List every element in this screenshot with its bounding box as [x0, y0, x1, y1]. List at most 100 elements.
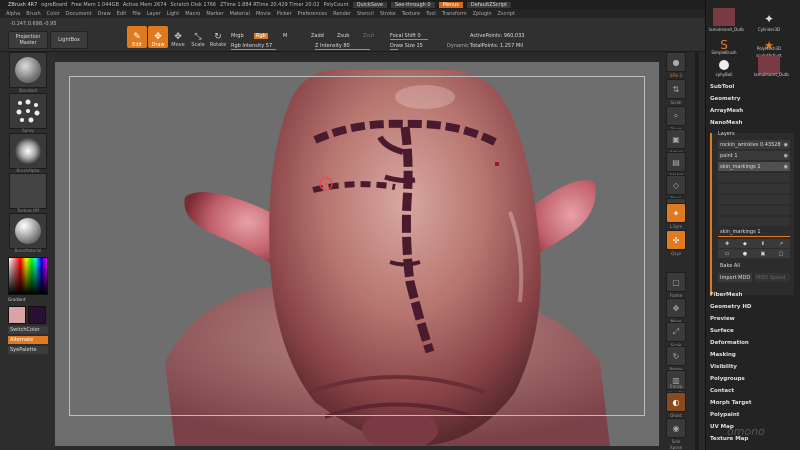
merge-icon[interactable]: ⬇	[761, 241, 765, 247]
tool-draw[interactable]: ✥ Draw	[148, 26, 168, 48]
persp-icon[interactable]: ◇	[666, 175, 686, 195]
import-mdd-button[interactable]: Import MDD	[718, 273, 752, 282]
lightbox-button[interactable]: LightBox	[50, 31, 88, 49]
texture-thumbnail[interactable]	[9, 173, 47, 209]
xyz-icon[interactable]: ✣	[666, 230, 686, 250]
active-layer-slider[interactable]: skin_markings 1	[718, 228, 790, 237]
cylinder3d-icon[interactable]: ✦	[758, 10, 780, 28]
menu-zscript[interactable]: Zscript	[498, 11, 515, 17]
menu-zplugin[interactable]: Zplugin	[473, 11, 492, 17]
menu-file[interactable]: File	[132, 11, 140, 17]
menu-render[interactable]: Render	[333, 11, 351, 17]
subtool-section[interactable]: SubTool	[710, 84, 734, 90]
bake-all-button[interactable]: Bake All	[718, 261, 790, 270]
switchcolor-button[interactable]: SwitchColor	[8, 326, 48, 334]
projection-master-button[interactable]: Projection Master	[8, 31, 48, 49]
fibermesh-section[interactable]: FiberMesh	[710, 292, 742, 298]
zsub-button[interactable]: Zsub	[337, 31, 349, 40]
contact-section[interactable]: Contact	[710, 388, 734, 394]
layer-row-3[interactable]: skin_markings 1 ◉	[718, 162, 790, 171]
menu-macro[interactable]: Macro	[185, 11, 200, 17]
quicksave-button[interactable]: QuickSave	[352, 1, 388, 8]
delete-icon[interactable]: ▣	[760, 251, 765, 257]
script-button[interactable]: DefaultZScript	[466, 1, 512, 8]
nanomesh-section[interactable]: NanoMesh	[710, 120, 742, 126]
geometry-hd-section[interactable]: Geometry HD	[710, 304, 752, 310]
local-symmetry-icon[interactable]: ✦	[666, 203, 686, 223]
material-thumbnail[interactable]	[9, 213, 47, 249]
menu-layer[interactable]: Layer	[147, 11, 161, 17]
geometry-section[interactable]: Geometry	[710, 96, 740, 102]
mdd-speed-slider[interactable]: MDD Speed	[754, 273, 790, 282]
polypaint-section[interactable]: Polypaint	[710, 412, 739, 418]
mrgb-button[interactable]: Mrgb	[231, 31, 244, 40]
polygroups-section[interactable]: Polygroups	[710, 376, 745, 382]
actual-icon[interactable]: ▣	[666, 129, 686, 149]
layer-row-empty-4[interactable]	[718, 206, 790, 215]
polymesh3d-icon[interactable]: ★	[758, 36, 780, 54]
menu-transform[interactable]: Transform	[442, 11, 467, 17]
focal-shift-slider[interactable]: Focal Shift 0	[390, 31, 465, 40]
tool-rotate[interactable]: ↻ Rotate	[208, 26, 228, 48]
split-icon[interactable]: ◆	[743, 241, 747, 247]
alternate-button[interactable]: Alternate	[8, 336, 48, 344]
viewport-canvas[interactable]	[55, 62, 659, 446]
move-view-icon[interactable]: ✥	[666, 298, 686, 318]
menu-tool[interactable]: Tool	[426, 11, 436, 17]
lock-icon[interactable]: ↗	[779, 241, 783, 247]
arraymesh-section[interactable]: ArrayMesh	[710, 108, 743, 114]
menu-picker[interactable]: Picker	[277, 11, 292, 17]
layer-row-empty-1[interactable]	[718, 173, 790, 182]
layer-row-1[interactable]: rockin_wrinkles 0.43528 ◉	[718, 140, 790, 149]
sygpalette-button[interactable]: SyePalette	[8, 346, 48, 354]
primary-color-swatch[interactable]	[8, 306, 26, 324]
rename-icon[interactable]: ▢	[779, 251, 784, 257]
brush-thumbnail[interactable]	[9, 52, 47, 88]
menu-movie[interactable]: Movie	[256, 11, 271, 17]
right-shelf-scrollbar[interactable]	[695, 52, 699, 450]
menu-alpha[interactable]: Alpha	[6, 11, 20, 17]
stroke-thumbnail[interactable]	[9, 93, 47, 129]
masking-section[interactable]: Masking	[710, 352, 736, 358]
menu-material[interactable]: Material	[230, 11, 250, 17]
zcut-button[interactable]: Zcut	[363, 31, 374, 40]
ghost-icon[interactable]: ◐	[666, 392, 686, 412]
rgb-intensity-slider[interactable]: Rgb Intensity 57	[231, 41, 311, 50]
rotate-view-icon[interactable]: ↻	[666, 346, 686, 366]
menu-stroke[interactable]: Stroke	[380, 11, 396, 17]
preview-section[interactable]: Preview	[710, 316, 735, 322]
add-layer-icon[interactable]: ✚	[725, 241, 729, 247]
eye-icon[interactable]: ◉	[784, 164, 788, 170]
m-button[interactable]: M	[283, 31, 287, 40]
scale-view-icon[interactable]: ⤢	[666, 322, 686, 342]
zoom-icon[interactable]: ⌕	[666, 106, 686, 126]
draw-size-slider[interactable]: Draw Size 15	[390, 41, 440, 50]
color-picker[interactable]	[8, 257, 48, 295]
surface-section[interactable]: Surface	[710, 328, 734, 334]
menu-brush[interactable]: Brush	[26, 11, 40, 17]
menu-marker[interactable]: Marker	[206, 11, 223, 17]
menu-stencil[interactable]: Stencil	[357, 11, 374, 17]
menu-edit[interactable]: Edit	[117, 11, 127, 17]
secondary-color-swatch[interactable]	[28, 306, 46, 324]
layer-row-empty-3[interactable]	[718, 195, 790, 204]
aahalf-icon[interactable]: ▤	[666, 152, 686, 172]
spix-icon[interactable]: ●	[666, 52, 686, 72]
alpha-thumbnail[interactable]	[9, 133, 47, 169]
layer-row-2[interactable]: paint 1 ◉	[718, 151, 790, 160]
menu-color[interactable]: Color	[47, 11, 60, 17]
menu-light[interactable]: Light	[167, 11, 179, 17]
eye-icon[interactable]: ◉	[784, 153, 788, 159]
menu-texture[interactable]: Texture	[402, 11, 420, 17]
layer-row-empty-5[interactable]	[718, 217, 790, 226]
menu-draw[interactable]: Draw	[98, 11, 111, 17]
visibility-section[interactable]: Visibility	[710, 364, 737, 370]
scroll-icon[interactable]: ⇅	[666, 79, 686, 99]
dynamic-button[interactable]: Dynamic	[447, 41, 469, 50]
layer-row-empty-2[interactable]	[718, 184, 790, 193]
frame-icon[interactable]: ▢	[666, 272, 686, 292]
menu-preferences[interactable]: Preferences	[298, 11, 327, 17]
new-layer-icon[interactable]: ▭	[725, 251, 730, 257]
eye-icon[interactable]: ◉	[784, 142, 788, 148]
rgb-button[interactable]: Rgb	[254, 31, 268, 40]
